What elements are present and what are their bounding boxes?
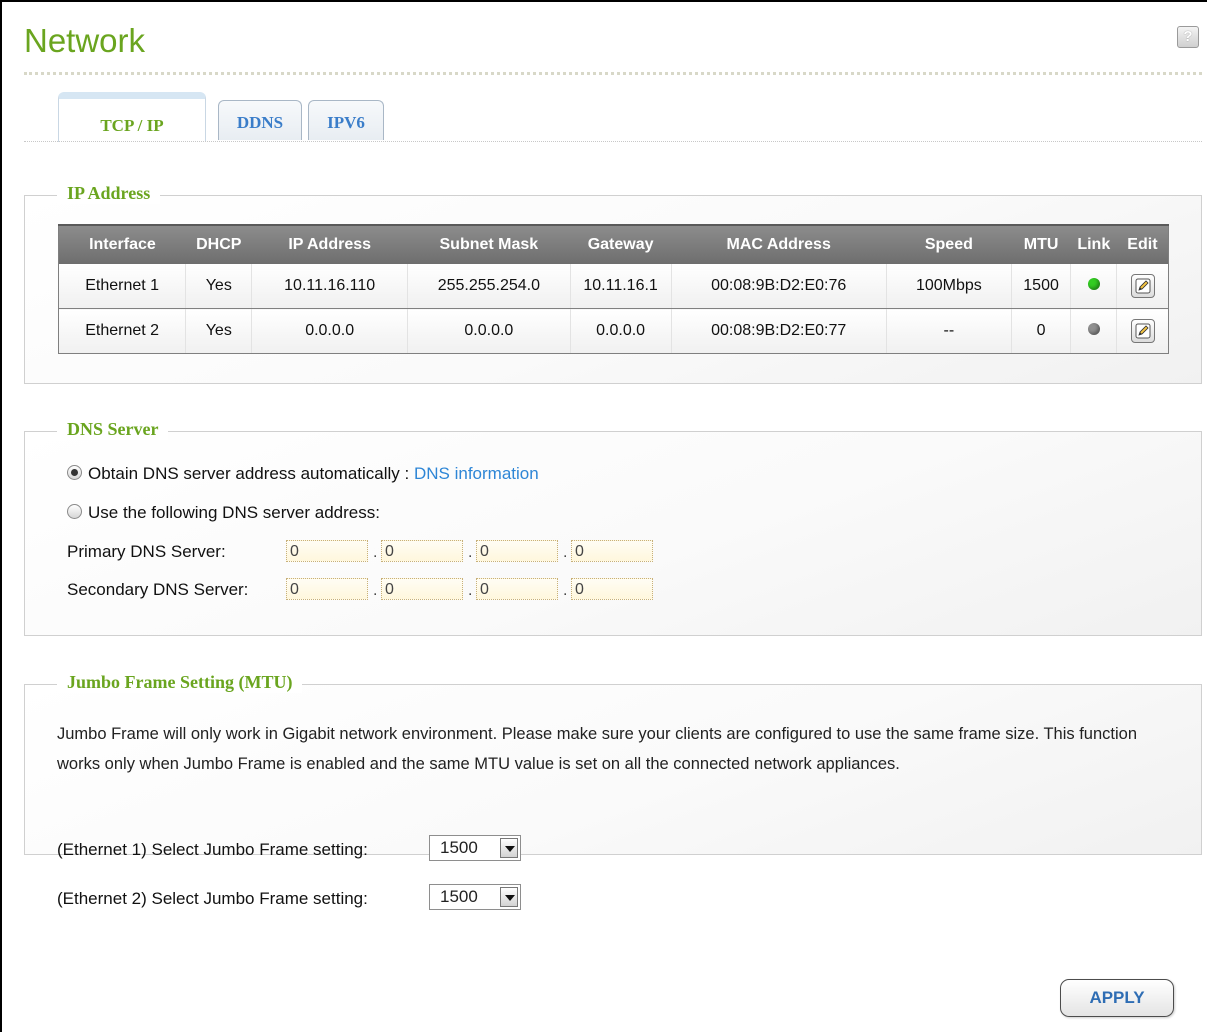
edit-icon [1135, 278, 1151, 294]
table-header-row: Interface DHCP IP Address Subnet Mask Ga… [57, 224, 1169, 264]
octet-separator: . [373, 544, 378, 561]
link-cell [1070, 308, 1117, 354]
octet-separator: . [468, 544, 473, 561]
secondary-dns-octet-4[interactable]: 0 [571, 578, 653, 600]
ip-address-legend: IP Address [57, 183, 161, 204]
octet-separator: . [468, 582, 473, 599]
speed-cell: 100Mbps [885, 264, 1012, 309]
primary-dns-octet-2[interactable]: 0 [381, 540, 463, 562]
secondary-dns-label: Secondary DNS Server: [67, 580, 249, 599]
gateway-cell: 10.11.16.1 [569, 264, 672, 309]
tab-ddns[interactable]: DDNS [218, 100, 302, 140]
dns-auto-option[interactable]: Obtain DNS server address automatically … [67, 464, 539, 484]
ethernet1-jumbo-value: 1500 [440, 838, 478, 857]
tab-divider [24, 141, 1202, 142]
dhcp-cell: Yes [185, 264, 252, 309]
dns-information-link[interactable]: DNS information [414, 464, 539, 483]
table-row[interactable]: Ethernet 1 Yes 10.11.16.110 255.255.254.… [57, 264, 1169, 309]
secondary-dns-octet-1[interactable]: 0 [286, 578, 368, 600]
secondary-dns-octet-2[interactable]: 0 [381, 578, 463, 600]
primary-dns-octet-3[interactable]: 0 [476, 540, 558, 562]
edit-cell [1116, 264, 1169, 309]
dhcp-cell: Yes [185, 308, 252, 354]
mac-address-cell: 00:08:9B:D2:E0:76 [670, 264, 887, 309]
title-divider [24, 72, 1202, 75]
mac-address-cell: 00:08:9B:D2:E0:77 [670, 308, 887, 354]
octet-separator: . [563, 582, 568, 599]
jumbo-frame-legend: Jumbo Frame Setting (MTU) [57, 672, 303, 693]
tab-ipv6[interactable]: IPV6 [308, 100, 384, 140]
dns-manual-label: Use the following DNS server address: [88, 503, 380, 522]
ethernet2-jumbo-label: (Ethernet 2) Select Jumbo Frame setting: [57, 889, 368, 908]
column-header: Interface [57, 224, 186, 264]
column-header: Edit [1116, 224, 1169, 264]
mtu-cell: 0 [1010, 308, 1071, 354]
column-header: Gateway [570, 224, 672, 264]
edit-button[interactable] [1130, 274, 1155, 298]
edit-cell [1116, 308, 1169, 354]
dns-manual-radio[interactable] [67, 504, 82, 519]
mtu-cell: 1500 [1010, 264, 1071, 309]
ethernet2-jumbo-select[interactable]: 1500 [429, 884, 521, 910]
primary-dns-label: Primary DNS Server: [67, 542, 226, 561]
column-header: Subnet Mask [407, 224, 571, 264]
help-icon[interactable]: ? [1177, 26, 1199, 48]
dns-auto-radio[interactable] [67, 465, 82, 480]
column-header: MAC Address [671, 224, 887, 264]
column-header: MTU [1011, 224, 1071, 264]
link-cell [1070, 264, 1117, 309]
chevron-down-icon[interactable] [500, 838, 518, 858]
octet-separator: . [373, 582, 378, 599]
gateway-cell: 0.0.0.0 [569, 308, 672, 354]
jumbo-frame-description: Jumbo Frame will only work in Gigabit ne… [57, 725, 1138, 773]
link-status-icon [1087, 278, 1100, 290]
chevron-down-icon[interactable] [500, 887, 518, 907]
column-header: Speed [886, 224, 1012, 264]
ip-cell: 10.11.16.110 [251, 264, 408, 309]
interface-table: Interface DHCP IP Address Subnet Mask Ga… [57, 224, 1169, 354]
primary-dns-octet-1[interactable]: 0 [286, 540, 368, 562]
ethernet1-jumbo-select[interactable]: 1500 [429, 835, 521, 861]
secondary-dns-octet-3[interactable]: 0 [476, 578, 558, 600]
tab-tcp-ip[interactable]: TCP / IP [58, 92, 206, 142]
ip-cell: 0.0.0.0 [251, 308, 408, 354]
interface-cell: Ethernet 1 [57, 264, 186, 309]
jumbo-frame-section: Jumbo Frame Setting (MTU) Jumbo Frame wi… [24, 672, 1202, 910]
table-row[interactable]: Ethernet 2 Yes 0.0.0.0 0.0.0.0 0.0.0.0 0… [57, 308, 1169, 354]
ethernet1-jumbo-label: (Ethernet 1) Select Jumbo Frame setting: [57, 840, 368, 859]
column-header: Link [1070, 224, 1117, 264]
dns-server-legend: DNS Server [57, 419, 169, 440]
apply-button[interactable]: APPLY [1060, 979, 1174, 1017]
page-title: Network [24, 22, 146, 59]
speed-cell: -- [885, 308, 1012, 354]
primary-dns-octet-4[interactable]: 0 [571, 540, 653, 562]
edit-icon [1135, 323, 1151, 339]
edit-button[interactable] [1130, 319, 1155, 343]
dns-manual-option[interactable]: Use the following DNS server address: [67, 503, 380, 523]
interface-cell: Ethernet 2 [57, 308, 186, 354]
ip-address-section: IP Address Interface DHCP IP Address Sub… [24, 183, 1202, 384]
column-header: IP Address [251, 224, 408, 264]
subnet-mask-cell: 255.255.254.0 [407, 264, 571, 309]
dns-server-section: DNS Server Obtain DNS server address aut… [24, 419, 1202, 636]
column-header: DHCP [185, 224, 252, 264]
link-status-icon [1087, 323, 1100, 335]
dns-auto-label: Obtain DNS server address automatically … [88, 464, 410, 483]
octet-separator: . [563, 544, 568, 561]
ethernet2-jumbo-value: 1500 [440, 887, 478, 906]
subnet-mask-cell: 0.0.0.0 [407, 308, 571, 354]
